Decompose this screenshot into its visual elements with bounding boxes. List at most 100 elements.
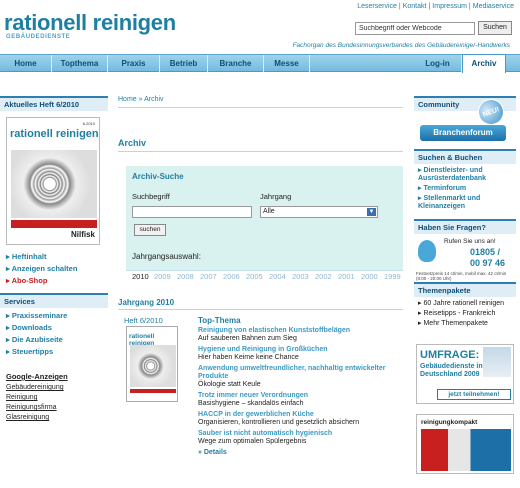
- google-ad-link[interactable]: Gebäudereinigung: [6, 383, 102, 393]
- year-link-2005[interactable]: 2005: [246, 272, 263, 281]
- fingerprint-image: [11, 150, 97, 218]
- archive-search-panel: Archiv-Suche Suchbegriff Jahrgang Alle ▼…: [126, 166, 403, 284]
- year-link-2000[interactable]: 2000: [361, 272, 378, 281]
- year-link-2008[interactable]: 2008: [177, 272, 194, 281]
- themen-title: Themenpakete: [414, 282, 516, 297]
- year-link-2003[interactable]: 2003: [292, 272, 309, 281]
- themen-links: ▸ 60 Jahre rationell reinigen ▸ Reisetip…: [414, 297, 516, 336]
- year-link-2009[interactable]: 2009: [154, 272, 171, 281]
- topic-subtitle: Wege zum optimalen Spülergebnis: [198, 438, 307, 445]
- year-select[interactable]: Alle ▼: [260, 206, 378, 218]
- site-search-button[interactable]: Suchen: [478, 21, 512, 35]
- top-link-mediaservice[interactable]: Mediaservice: [473, 3, 514, 10]
- issue-label[interactable]: Heft 6/2010: [124, 316, 163, 325]
- topthema-title: Top-Thema: [198, 316, 241, 325]
- branchenforum-button[interactable]: Branchenforum: [420, 125, 506, 141]
- tagline: Fachorgan des Bundesinnungsverbandes des…: [292, 42, 510, 49]
- link-terminforum[interactable]: ▸ Terminforum: [418, 185, 512, 193]
- topic-headline[interactable]: HACCP in der gewerblichen Küche: [198, 411, 408, 419]
- year-link-2006[interactable]: 2006: [223, 272, 240, 281]
- link-steuertipps[interactable]: ▸ Steuertipps: [6, 346, 102, 358]
- survey-button[interactable]: jetzt teilnehmen!: [437, 389, 511, 400]
- link-stellenmarkt[interactable]: ▸ Stellenmarkt und Kleinanzeigen: [418, 195, 512, 211]
- year-link-1999[interactable]: 1999: [384, 272, 401, 281]
- top-link-leserservice[interactable]: Leserservice: [357, 3, 397, 10]
- top-links: Leserservice | Kontakt | Impressum | Mediaserv…: [357, 3, 514, 10]
- link-praxisseminare[interactable]: ▸ Praxisseminare: [6, 310, 102, 322]
- nav-archiv[interactable]: Archiv: [462, 54, 506, 73]
- help-note: Festnetzpreis 14 ct/min, mobil max. 42 c…: [416, 271, 507, 281]
- survey-banner[interactable]: UMFRAGE: Gebäudedienste in Deutschland 2…: [416, 344, 514, 404]
- topic-subtitle: Basishygiene – skandalös einfach: [198, 400, 304, 407]
- details-link[interactable]: » Details: [198, 449, 408, 456]
- list-item: Reinigung von elastischen Kunststoffbelä…: [198, 327, 408, 343]
- issue-cover-thumb[interactable]: rationell reinigen: [126, 326, 178, 402]
- link-anzeigen[interactable]: ▸ Anzeigen schalten: [6, 263, 102, 275]
- list-item: Hygiene und Reinigung in Großküchen Hier…: [198, 346, 408, 362]
- site-logo-sub: GEBÄUDEDIENSTE: [6, 34, 71, 40]
- google-ad-link[interactable]: Glasreinigung: [6, 413, 102, 423]
- link-abo-shop[interactable]: ▸ Abo-Shop: [6, 275, 102, 287]
- help-title: Haben Sie Fragen?: [414, 219, 516, 234]
- year-link-2002[interactable]: 2002: [315, 272, 332, 281]
- list-item: Sauber ist nicht automatisch hygienisch …: [198, 430, 408, 446]
- topic-headline[interactable]: Reinigung von elastischen Kunststoffbelä…: [198, 327, 408, 335]
- topic-headline[interactable]: Hygiene und Reinigung in Großküchen: [198, 346, 408, 354]
- link-heftinhalt[interactable]: ▸ Heftinhalt: [6, 251, 102, 263]
- help-box: Rufen Sie uns an! 01805 / 00 97 46 Festn…: [414, 234, 516, 282]
- top-link-kontakt[interactable]: Kontakt: [403, 3, 427, 10]
- survey-title: UMFRAGE:: [420, 349, 480, 361]
- site-logo[interactable]: rationell reinigen: [4, 10, 176, 36]
- nav-topthema[interactable]: Topthema: [52, 55, 108, 72]
- nav-betrieb[interactable]: Betrieb: [160, 55, 208, 72]
- nav-home[interactable]: Home: [0, 55, 52, 72]
- topic-subtitle: Organisieren, kontrollieren und gesetzli…: [198, 419, 360, 426]
- site-search-input[interactable]: [355, 22, 475, 35]
- link-downloads[interactable]: ▸ Downloads: [6, 322, 102, 334]
- nav-praxis[interactable]: Praxis: [108, 55, 160, 72]
- link-reisetipps[interactable]: ▸ Reisetipps - Frankreich: [418, 310, 512, 318]
- list-item: HACCP in der gewerblichen Küche Organisi…: [198, 411, 408, 427]
- topic-headline[interactable]: Sauber ist nicht automatisch hygienisch: [198, 430, 408, 438]
- top-link-impressum[interactable]: Impressum: [432, 3, 467, 10]
- page-title: Archiv: [118, 138, 403, 152]
- cover-brand: Nilfisk: [70, 230, 95, 239]
- chevron-down-icon: ▼: [367, 208, 376, 216]
- jahrgang-title: Jahrgang 2010: [118, 298, 403, 310]
- google-ad-link[interactable]: Reinigungsfirma: [6, 403, 102, 413]
- help-call-text: Rufen Sie uns an!: [444, 238, 496, 245]
- nav-messe[interactable]: Messe: [264, 55, 310, 72]
- archive-search-button[interactable]: suchen: [134, 224, 166, 236]
- breadcrumb[interactable]: Home » Archiv: [118, 96, 403, 108]
- link-mehr-themen[interactable]: ▸ Mehr Themenpakete: [418, 320, 512, 328]
- year-link-2010[interactable]: 2010: [132, 272, 149, 281]
- reinigungkompakt-banner[interactable]: reinigungkompakt: [416, 414, 514, 474]
- year-select-value: Alle: [263, 208, 275, 215]
- banner-image: [421, 429, 511, 471]
- link-dienstleister[interactable]: ▸ Dienstleister- und Ausrüsterdatenbank: [418, 167, 512, 183]
- list-item: Trotz immer neuer Verordnungen Basishygi…: [198, 392, 408, 408]
- topic-subtitle: Auf sauberen Bahnen zum Sieg: [198, 335, 297, 342]
- current-issue-cover[interactable]: 6.2010 rationell reinigen Nilfisk: [6, 117, 100, 245]
- banner-title: reinigungkompakt: [421, 419, 478, 426]
- issue-row: Heft 6/2010 rationell reinigen Top-Thema…: [118, 316, 403, 456]
- archive-search-title: Archiv-Suche: [132, 172, 184, 181]
- topic-headline[interactable]: Trotz immer neuer Verordnungen: [198, 392, 408, 400]
- year-link-2001[interactable]: 2001: [338, 272, 355, 281]
- year-link-2007[interactable]: 2007: [200, 272, 217, 281]
- nav-login[interactable]: Log-in: [414, 55, 462, 72]
- header: rationell reinigen GEBÄUDEDIENSTE Lesers…: [0, 0, 520, 54]
- hotline-person-icon: [418, 240, 436, 262]
- term-label: Suchbegriff: [132, 192, 170, 201]
- link-azubiseite[interactable]: ▸ Die Azubiseite: [6, 334, 102, 346]
- fingerprint-image: [130, 345, 176, 387]
- cover-issue: 6.2010: [82, 121, 95, 126]
- year-link-2004[interactable]: 2004: [269, 272, 286, 281]
- link-60-jahre[interactable]: ▸ 60 Jahre rationell reinigen: [418, 300, 512, 308]
- topic-subtitle: Hier haben Keime keine Chance: [198, 354, 299, 361]
- nav-branche[interactable]: Branche: [208, 55, 264, 72]
- google-ad-link[interactable]: Reinigung: [6, 393, 102, 403]
- topic-headline[interactable]: Anwendung umweltfreundlicher, nachhaltig…: [198, 365, 408, 381]
- term-input[interactable]: [132, 206, 252, 218]
- topic-subtitle: Ökologie statt Keule: [198, 381, 261, 388]
